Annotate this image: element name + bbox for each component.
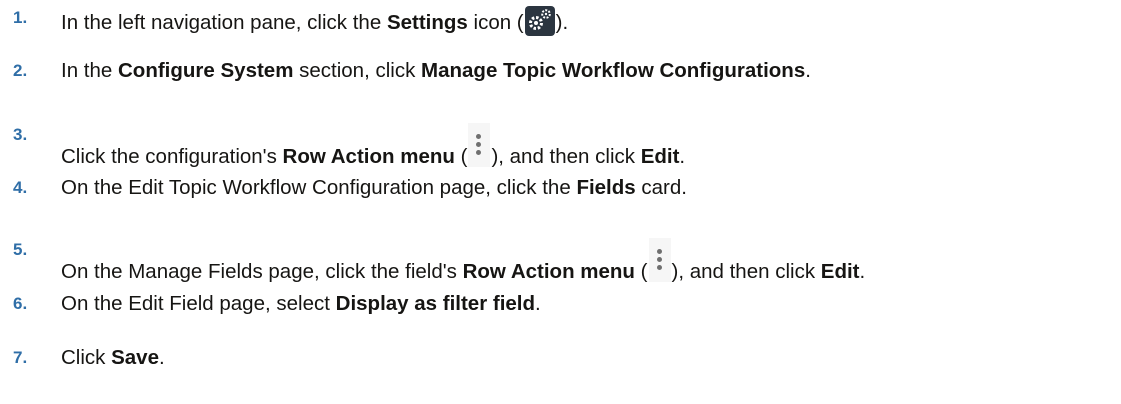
- step-number: 6.: [13, 294, 28, 313]
- instruction-steps: 1. In the left navigation pane, click th…: [0, 0, 1121, 404]
- step-number: 4.: [13, 178, 28, 197]
- configure-system-label: Configure System: [118, 59, 294, 82]
- fields-label: Fields: [576, 176, 636, 199]
- step-number: 5.: [13, 240, 28, 259]
- display-as-filter-field-label: Display as filter field: [335, 292, 536, 315]
- gear-icon: [524, 6, 555, 36]
- row-action-menu-label: Row Action menu: [462, 260, 635, 283]
- save-label: Save: [111, 346, 159, 369]
- kebab-icon: [468, 123, 491, 167]
- step-text: Click Save.: [61, 346, 165, 369]
- step-text: On the Manage Fields page, click the fie…: [61, 238, 865, 284]
- step-number: 3.: [13, 125, 28, 144]
- step-number: 7.: [13, 348, 28, 367]
- step-text: On the Edit Topic Workflow Configuration…: [61, 176, 687, 199]
- step-number: 2.: [13, 61, 28, 80]
- edit-label: Edit: [640, 145, 680, 168]
- kebab-icon: [648, 238, 671, 282]
- settings-label: Settings: [386, 11, 468, 34]
- step-text: Click the configuration's Row Action men…: [61, 123, 685, 169]
- step-text: In the Configure System section, click M…: [61, 59, 811, 82]
- manage-topic-workflow-label: Manage Topic Workflow Configurations: [421, 59, 806, 82]
- step-text: On the Edit Field page, select Display a…: [61, 292, 541, 315]
- step-number: 1.: [13, 8, 28, 27]
- row-action-menu-label: Row Action menu: [282, 145, 455, 168]
- step-text: In the left navigation pane, click the S…: [61, 6, 568, 36]
- edit-label: Edit: [820, 260, 860, 283]
